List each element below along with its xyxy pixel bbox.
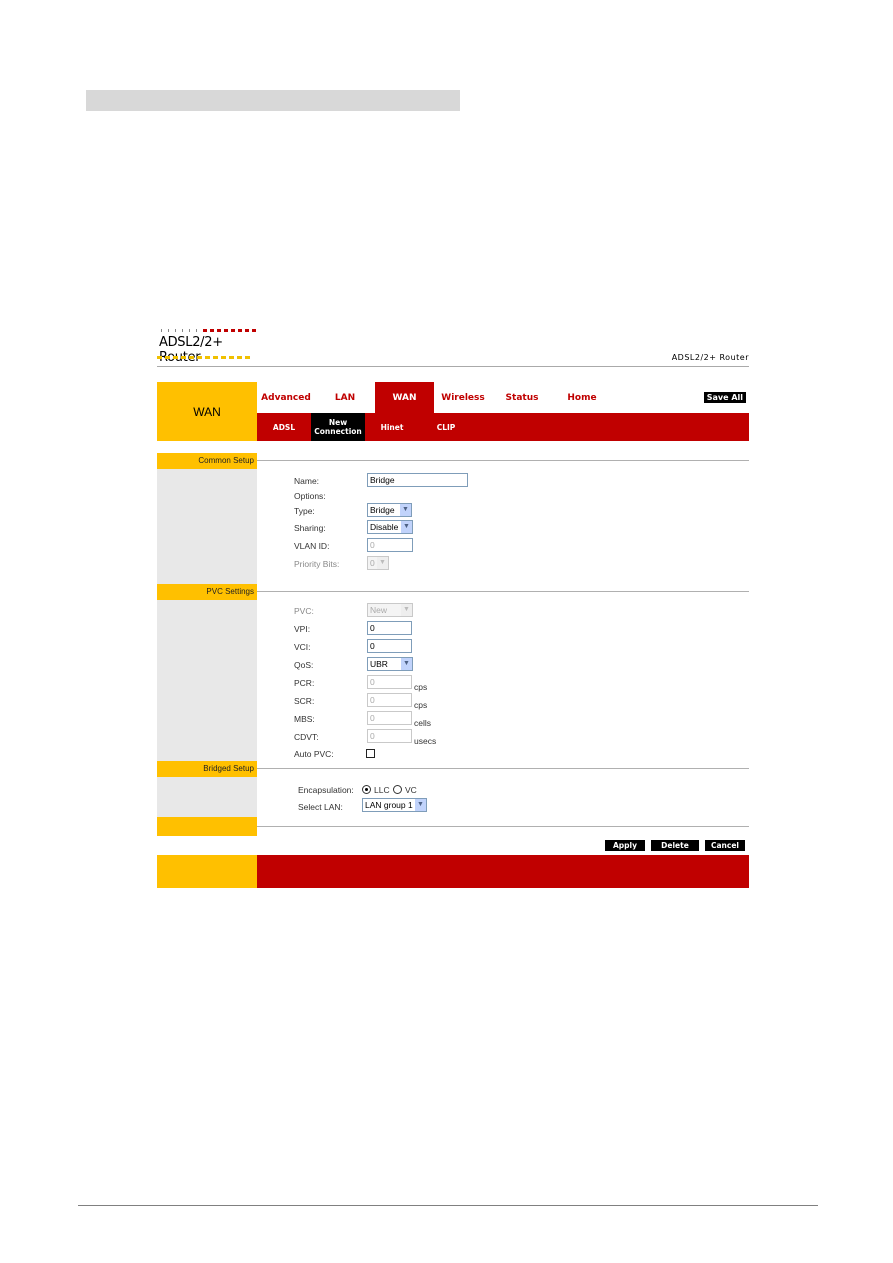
pvc-select[interactable]: New ▼	[367, 603, 413, 617]
sharing-select-value: Disable	[370, 522, 399, 532]
auto-pvc-label: Auto PVC:	[294, 749, 334, 759]
vci-label: VCI:	[294, 642, 311, 652]
header-divider	[157, 366, 749, 367]
document-heading-bar	[86, 90, 460, 111]
logo-text: ADSL2/2+ Router	[159, 335, 223, 365]
vpi-label: VPI:	[294, 624, 311, 634]
encapsulation-vc-radio[interactable]	[393, 785, 402, 794]
nav-tab-lan[interactable]: LAN	[315, 382, 375, 413]
chevron-down-icon: ▼	[401, 658, 412, 670]
product-name: ADSL2/2+ Router	[671, 353, 749, 362]
type-select-value: Bridge	[370, 505, 395, 515]
page-footer-rule	[78, 1205, 818, 1206]
footer-yellow-block	[157, 855, 257, 888]
name-label: Name:	[294, 476, 320, 486]
sub-tab-hinet[interactable]: Hinet	[365, 413, 419, 441]
main-nav: Advanced LAN WAN Wireless Status Home Sa…	[257, 382, 749, 413]
nav-tab-advanced[interactable]: Advanced	[257, 382, 315, 413]
sub-tab-clip[interactable]: CLIP	[419, 413, 473, 441]
mbs-label: MBS:	[294, 714, 315, 724]
common-setup-divider	[257, 460, 749, 461]
scr-input[interactable]: 0	[367, 693, 412, 707]
cdvt-input[interactable]: 0	[367, 729, 412, 743]
router-web-ui: ADSL2/2+ Router ADSL2/2+ Router WAN Adva…	[157, 326, 749, 888]
section-title: WAN	[157, 382, 257, 441]
pcr-label: PCR:	[294, 678, 315, 688]
pvc-settings-side	[157, 600, 257, 761]
scr-label: SCR:	[294, 696, 315, 706]
bridged-setup-side	[157, 777, 257, 817]
vlan-id-input[interactable]: 0	[367, 538, 413, 552]
actions-section-label	[157, 817, 257, 836]
encapsulation-llc-radio[interactable]	[362, 785, 371, 794]
name-input[interactable]: Bridge	[367, 473, 468, 487]
priority-bits-value: 0	[370, 558, 375, 568]
qos-select-value: UBR	[370, 659, 388, 669]
nav-tab-wan[interactable]: WAN	[375, 382, 434, 413]
select-lan-value: LAN group 1	[365, 800, 413, 810]
encapsulation-llc-label: LLC	[374, 785, 390, 795]
chevron-down-icon: ▼	[401, 604, 412, 616]
common-setup-side	[157, 469, 257, 584]
logo-dots-top	[161, 329, 257, 332]
select-lan-label: Select LAN:	[298, 802, 343, 812]
save-all-button[interactable]: Save All	[703, 392, 746, 403]
common-setup-label: Common Setup	[157, 453, 257, 469]
pvc-settings-label: PVC Settings	[157, 584, 257, 600]
encapsulation-label: Encapsulation:	[298, 785, 354, 795]
pvc-select-value: New	[370, 605, 388, 615]
apply-button[interactable]: Apply	[605, 840, 645, 851]
scr-unit: cps	[414, 700, 428, 710]
priority-bits-select[interactable]: 0 ▼	[367, 556, 389, 570]
mbs-unit: cells	[414, 718, 432, 728]
logo-dots-bottom	[157, 356, 253, 359]
chevron-down-icon: ▼	[401, 521, 412, 533]
chevron-down-icon: ▼	[415, 799, 426, 811]
vci-input[interactable]: 0	[367, 639, 412, 653]
chevron-down-icon: ▼	[400, 504, 411, 516]
pcr-input[interactable]: 0	[367, 675, 412, 689]
type-label: Type:	[294, 506, 315, 516]
auto-pvc-checkbox[interactable]	[366, 749, 375, 758]
router-logo: ADSL2/2+ Router	[157, 326, 257, 365]
nav-tab-home[interactable]: Home	[552, 382, 612, 413]
cdvt-label: CDVT:	[294, 732, 319, 742]
nav-tab-wireless[interactable]: Wireless	[434, 382, 492, 413]
vlan-id-label: VLAN ID:	[294, 541, 330, 551]
footer-red-bar	[257, 855, 749, 888]
encapsulation-vc-label: VC	[405, 785, 417, 795]
sharing-label: Sharing:	[294, 523, 326, 533]
pvc-label: PVC:	[294, 606, 314, 616]
pvc-settings-divider	[257, 591, 749, 592]
sub-nav: ADSL New Connection Hinet CLIP	[257, 413, 749, 441]
bridged-setup-divider	[257, 768, 749, 769]
chevron-down-icon: ▼	[377, 557, 388, 569]
qos-label: QoS:	[294, 660, 314, 670]
options-label: Options:	[294, 491, 326, 501]
mbs-input[interactable]: 0	[367, 711, 412, 725]
actions-divider	[257, 826, 749, 827]
type-select[interactable]: Bridge ▼	[367, 503, 412, 517]
sub-tab-adsl[interactable]: ADSL	[257, 413, 311, 441]
bridged-setup-label: Bridged Setup	[157, 761, 257, 777]
sub-tab-new-connection[interactable]: New Connection	[311, 413, 365, 441]
sharing-select[interactable]: Disable ▼	[367, 520, 413, 534]
cancel-button[interactable]: Cancel	[705, 840, 745, 851]
nav-tab-status[interactable]: Status	[492, 382, 552, 413]
vpi-input[interactable]: 0	[367, 621, 412, 635]
priority-bits-label: Priority Bits:	[294, 559, 340, 569]
qos-select[interactable]: UBR ▼	[367, 657, 413, 671]
select-lan-select[interactable]: LAN group 1 ▼	[362, 798, 427, 812]
delete-button[interactable]: Delete	[651, 840, 699, 851]
pcr-unit: cps	[414, 682, 428, 692]
cdvt-unit: usecs	[414, 736, 437, 746]
